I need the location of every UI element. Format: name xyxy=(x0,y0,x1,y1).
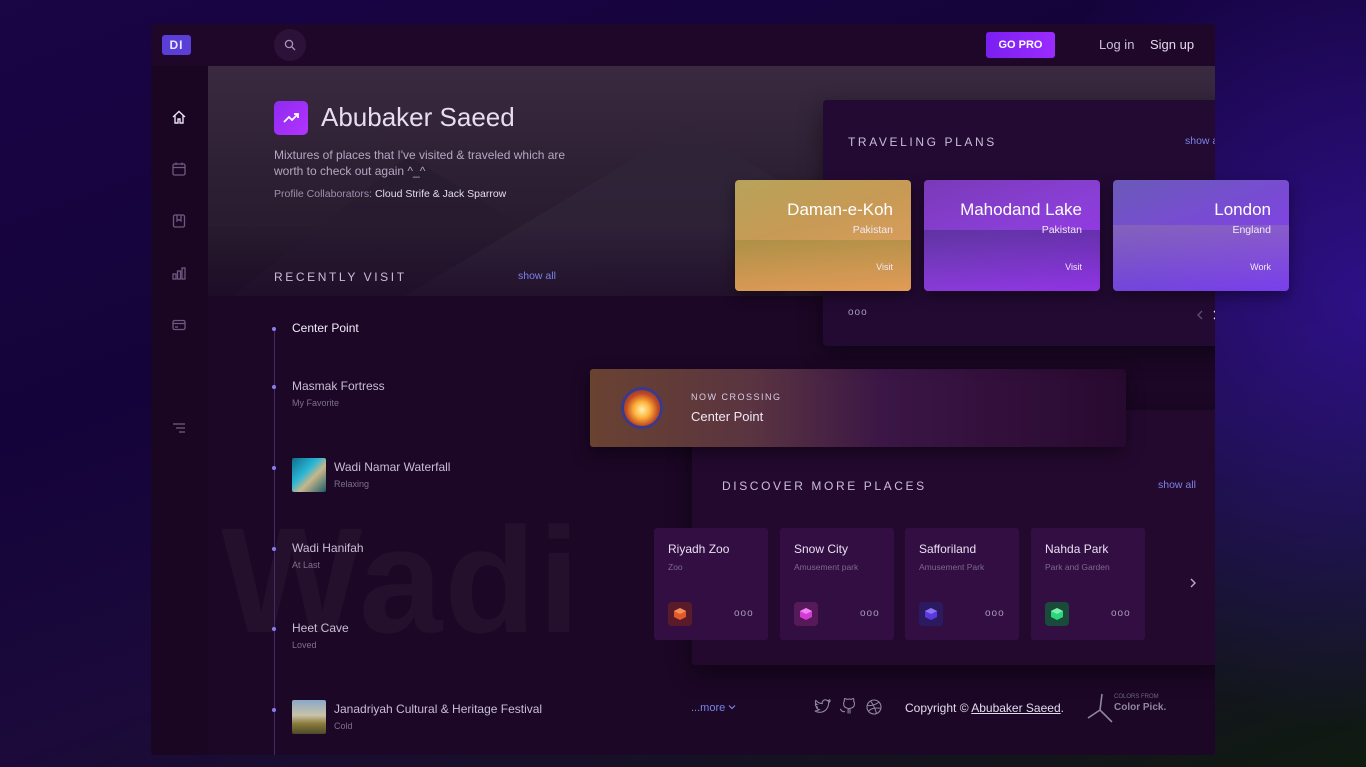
github-link[interactable] xyxy=(839,697,856,719)
more-options-button[interactable]: ooo xyxy=(1111,608,1131,619)
place-thumbnail xyxy=(292,458,326,492)
place-thumbnail xyxy=(292,700,326,734)
sidebar-item-payments[interactable] xyxy=(169,315,189,335)
twitter-icon xyxy=(814,698,832,713)
copyright-text: Copyright © Abubaker Saeed. xyxy=(905,701,1064,715)
plans-prev-button[interactable] xyxy=(1195,308,1205,326)
more-link[interactable]: ...more xyxy=(691,702,736,714)
profile-badge xyxy=(274,101,308,135)
trending-up-icon xyxy=(283,113,299,123)
plans-show-all-link[interactable]: show all xyxy=(1185,135,1215,147)
discover-next-button[interactable] xyxy=(1187,576,1199,594)
place-card-nahda-park[interactable]: Nahda Park Park and Garden ooo xyxy=(1031,528,1145,640)
github-icon xyxy=(839,697,856,714)
login-link[interactable]: Log in xyxy=(1099,37,1134,52)
timeline-line xyxy=(274,327,275,755)
color-pick-icon xyxy=(1087,693,1113,723)
logo[interactable]: DI xyxy=(162,35,191,55)
recently-show-all-link[interactable]: show all xyxy=(518,270,556,282)
plan-card-mahodand-lake[interactable]: Mahodand Lake Pakistan Visit xyxy=(924,180,1100,291)
app-window: Wadi DI GO PRO Log in Sign up xyxy=(151,24,1215,755)
discover-heading: DISCOVER MORE PLACES xyxy=(722,479,927,493)
place-card-riyadh-zoo[interactable]: Riyadh Zoo Zoo ooo xyxy=(654,528,768,640)
now-crossing-label: NOW CROSSING xyxy=(691,392,782,402)
more-options-button[interactable]: ooo xyxy=(860,608,880,619)
plans-more-button[interactable]: ooo xyxy=(848,307,868,318)
search-button[interactable] xyxy=(274,29,306,61)
cube-icon xyxy=(668,602,692,626)
sidebar-item-stats[interactable] xyxy=(169,263,189,283)
author-link[interactable]: Abubaker Saeed xyxy=(971,701,1060,715)
sidebar-item-home[interactable] xyxy=(169,107,189,127)
plan-card-london[interactable]: London England Work xyxy=(1113,180,1289,291)
dribbble-icon xyxy=(866,699,882,715)
sidebar-menu-toggle[interactable] xyxy=(169,418,189,438)
chevron-down-icon xyxy=(728,705,736,710)
twitter-link[interactable] xyxy=(814,698,832,719)
color-pick-logo[interactable]: COLORS FROM Color Pick. xyxy=(1086,692,1176,724)
discover-show-all-link[interactable]: show all xyxy=(1158,479,1196,491)
more-options-button[interactable]: ooo xyxy=(734,608,754,619)
top-bar: DI GO PRO Log in Sign up xyxy=(151,24,1215,66)
profile-description: Mixtures of places that I've visited & t… xyxy=(274,148,566,178)
search-icon xyxy=(284,39,296,51)
profile-name: Abubaker Saeed xyxy=(321,102,515,132)
watermark-text: Wadi xyxy=(221,494,582,667)
collaborators-names[interactable]: Cloud Strife & Jack Sparrow xyxy=(375,188,506,200)
sunset-avatar xyxy=(621,387,663,429)
chevron-right-icon xyxy=(1213,310,1215,320)
more-options-button[interactable]: ooo xyxy=(985,608,1005,619)
now-crossing-place: Center Point xyxy=(691,409,764,424)
credit-card-icon xyxy=(172,319,186,331)
sidebar-item-bookmarks[interactable] xyxy=(169,211,189,231)
cube-icon xyxy=(794,602,818,626)
dribbble-link[interactable] xyxy=(866,699,882,720)
sidebar xyxy=(151,66,208,755)
cube-icon xyxy=(1045,602,1069,626)
signup-link[interactable]: Sign up xyxy=(1150,37,1194,52)
sidebar-item-calendar[interactable] xyxy=(169,159,189,179)
profile-collaborators: Profile Collaborators: Cloud Strife & Ja… xyxy=(274,188,507,200)
calendar-icon xyxy=(172,162,186,176)
chevron-left-icon xyxy=(1197,310,1203,320)
cube-icon xyxy=(919,602,943,626)
traveling-plans-heading: TRAVELING PLANS xyxy=(848,135,997,149)
bookmark-icon xyxy=(172,214,186,228)
bar-chart-icon xyxy=(172,267,186,280)
recently-visit-heading: RECENTLY VISIT xyxy=(274,270,407,284)
plan-card-daman-e-koh[interactable]: Daman-e-Koh Pakistan Visit xyxy=(735,180,911,291)
menu-lines-icon xyxy=(173,423,185,433)
plans-next-button[interactable] xyxy=(1211,308,1215,326)
place-card-snow-city[interactable]: Snow City Amusement park ooo xyxy=(780,528,894,640)
now-crossing-banner[interactable]: NOW CROSSING Center Point xyxy=(590,369,1126,447)
place-card-safforiland[interactable]: Safforiland Amusement Park ooo xyxy=(905,528,1019,640)
go-pro-button[interactable]: GO PRO xyxy=(986,32,1055,58)
home-icon xyxy=(172,110,186,124)
chevron-right-icon xyxy=(1190,578,1196,588)
